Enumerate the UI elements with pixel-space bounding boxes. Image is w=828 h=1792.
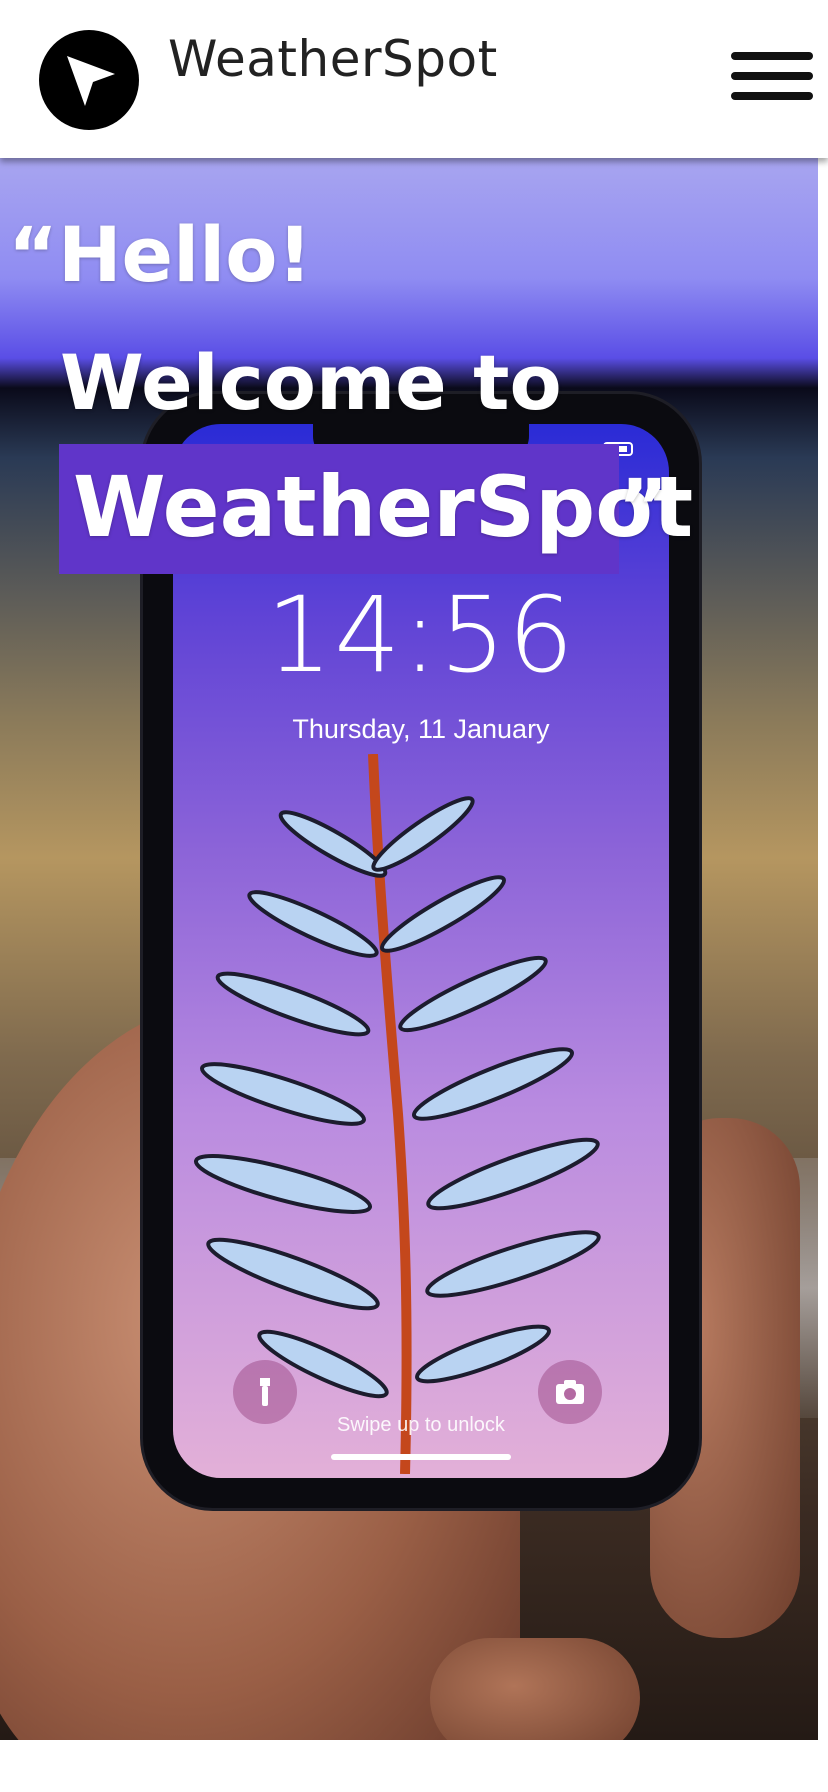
- lock-screen-time: 14:56: [266, 574, 576, 696]
- hero-brand-name: WeatherSpot: [73, 458, 694, 556]
- navigation-arrow-icon[interactable]: [39, 30, 139, 130]
- hamburger-menu-icon[interactable]: [731, 52, 813, 104]
- closing-quote-mark: ”: [618, 462, 668, 551]
- hero-greeting: “Hello!: [8, 210, 313, 299]
- brand-name[interactable]: WeatherSpot: [168, 30, 498, 88]
- thumb-image: [430, 1638, 640, 1740]
- lock-screen-date: Thursday, 11 January: [292, 714, 550, 744]
- page-footer-strip: [0, 1740, 828, 1792]
- hero-welcome: Welcome to: [60, 338, 562, 427]
- phone-lock-screen: 14:56 Thursday, 11 January Swipe up to u…: [173, 424, 669, 1478]
- site-header: WeatherSpot: [0, 0, 828, 158]
- home-indicator: [331, 1454, 511, 1460]
- swipe-to-unlock-hint: Swipe up to unlock: [337, 1414, 505, 1436]
- page-gutter: [818, 158, 828, 1740]
